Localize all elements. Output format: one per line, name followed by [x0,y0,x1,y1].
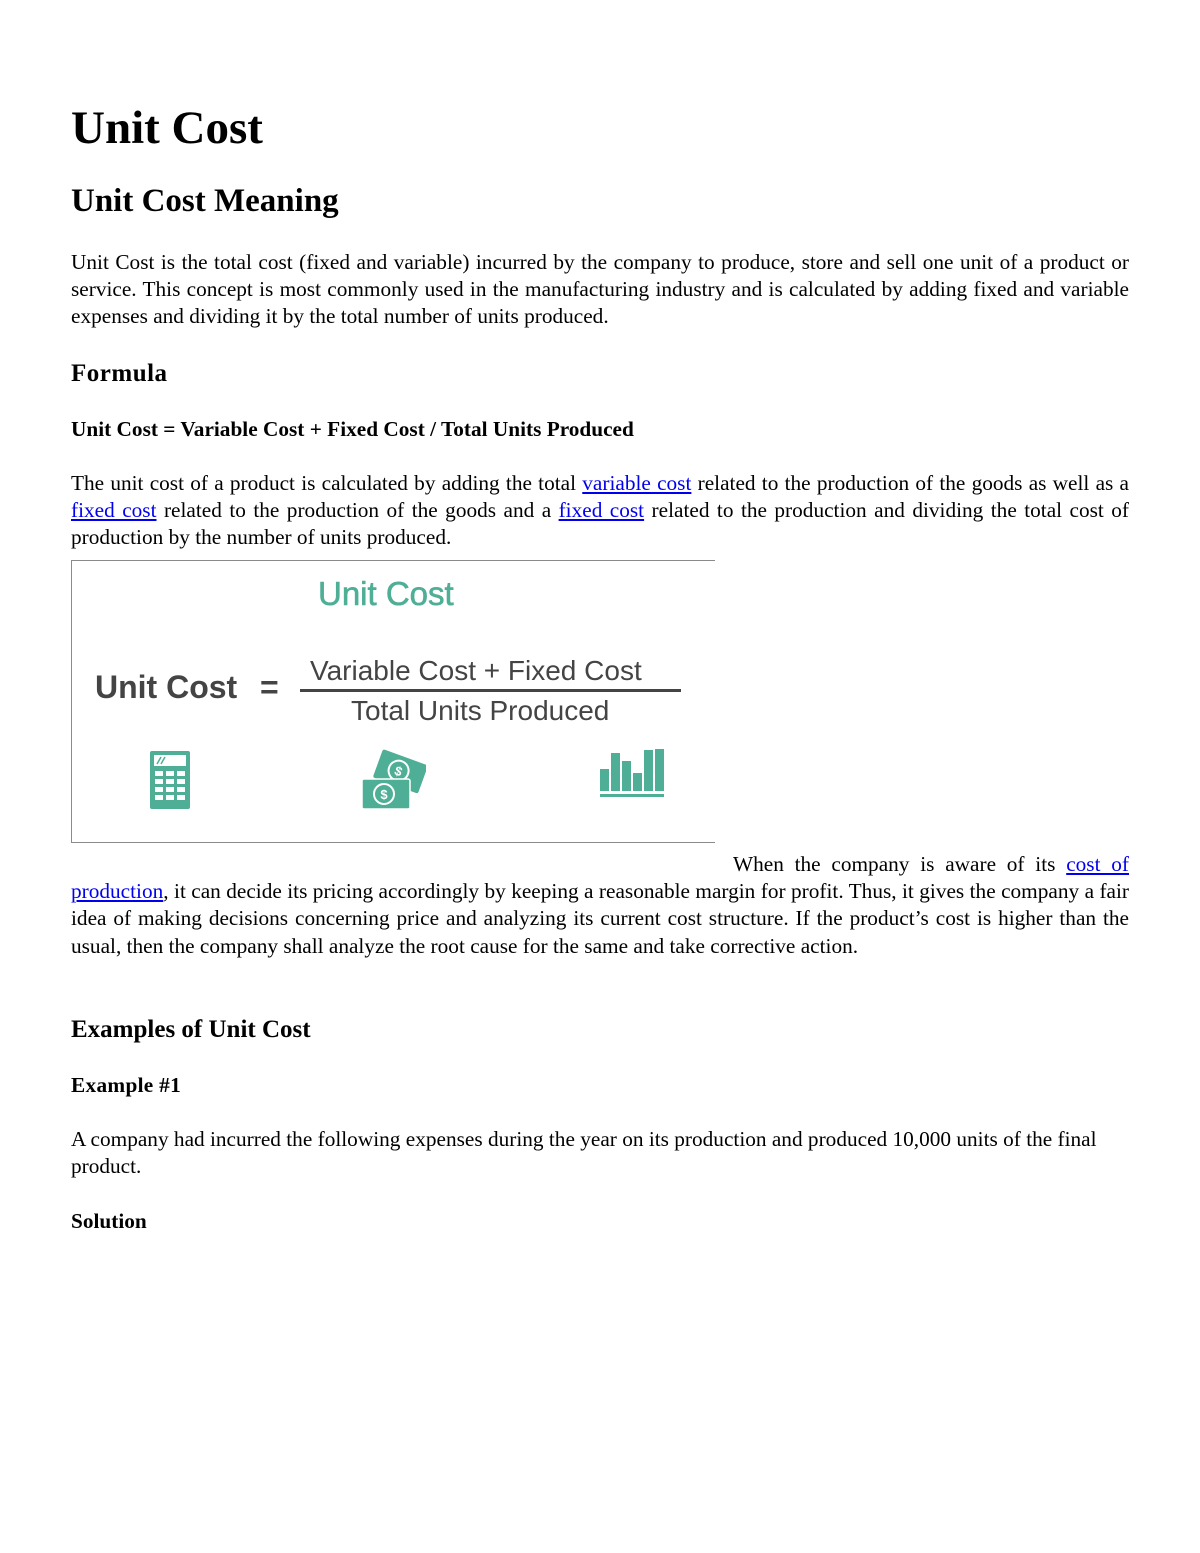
figure-title: Unit Cost [318,575,454,613]
example-1-text: A company had incurred the following exp… [71,1127,1097,1179]
examples-heading: Examples of Unit Cost [71,1016,311,1043]
explanation-text: related to the production of the goods a… [691,471,1129,495]
money-bills-icon: $ $ [362,749,426,810]
fixed-cost-link-2[interactable]: fixed cost [559,498,645,522]
figure-lhs: Unit Cost [95,669,238,705]
example-1-heading: Example #1 [71,1073,182,1097]
unit-cost-formula-figure: Unit Cost Unit Cost = Variable Cost + Fi… [71,560,715,843]
explanation-text: related to the production of the goods a… [156,498,559,523]
svg-text:$: $ [380,787,388,802]
explanation-paragraph: The unit cost of a product is calculated… [71,470,1129,552]
figure-equals: = [260,669,279,705]
variable-cost-link[interactable]: variable cost [582,471,691,495]
figure-numerator: Variable Cost + Fixed Cost [310,655,642,686]
formula-text: Unit Cost = Variable Cost + Fixed Cost /… [71,417,634,441]
page-title: Unit Cost [71,102,263,154]
fixed-cost-link[interactable]: fixed cost [71,498,157,522]
bar-chart-icon [600,749,664,797]
fraction-bar [300,689,681,692]
pricing-paragraph: When the company is aware of its cost of… [71,851,1129,960]
explanation-text: The unit cost of a product is calculated… [71,471,583,495]
pricing-text: , it can decide its pricing accordingly … [71,879,1129,958]
pricing-text: When the company is aware of its [733,852,1067,876]
solution-heading: Solution [71,1209,147,1233]
meaning-heading: Unit Cost Meaning [71,183,339,219]
figure-denominator: Total Units Produced [351,695,610,726]
calculator-icon [150,751,190,809]
meaning-paragraph: Unit Cost is the total cost (fixed and v… [71,250,1129,329]
formula-heading: Formula [71,360,168,387]
